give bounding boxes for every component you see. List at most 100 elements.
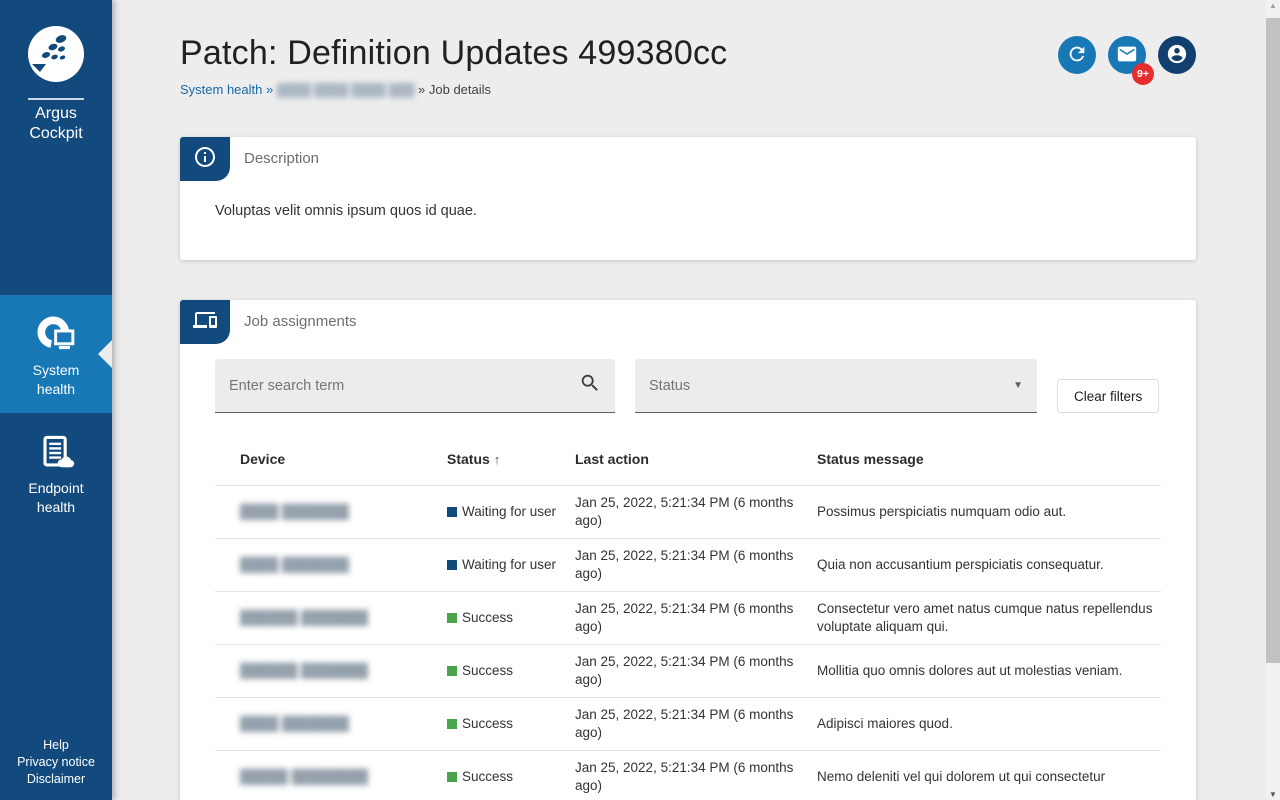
description-card-tab	[180, 137, 230, 181]
search-field[interactable]	[215, 359, 615, 413]
status-label: Success	[462, 768, 513, 786]
breadcrumb-current: Job details	[429, 82, 491, 97]
column-header-status-message[interactable]: Status message	[817, 433, 1161, 486]
table-row: ████ ███████ Waiting for user Jan 25, 20…	[215, 486, 1161, 539]
status-cell: Success	[447, 592, 575, 645]
scrollbar-thumb[interactable]	[1266, 18, 1280, 663]
app-name: Argus Cockpit	[16, 104, 96, 144]
status-filter-select[interactable]: Status ▼	[635, 359, 1037, 413]
device-cell: █████ ████████	[215, 751, 447, 800]
status-cell: Success	[447, 645, 575, 698]
main-content: Patch: Definition Updates 499380cc Syste…	[112, 0, 1266, 800]
sidebar-nav: System health	[0, 295, 112, 531]
assignments-table-body: ████ ███████ Waiting for user Jan 25, 20…	[215, 486, 1161, 800]
sort-ascending-icon[interactable]: ↑	[494, 452, 501, 467]
description-text: Voluptas velit omnis ipsum quos id quae.	[180, 167, 1196, 219]
status-color-square	[447, 719, 457, 729]
sidebar-footer: Help Privacy notice Disclaimer	[0, 737, 112, 788]
table-header-row: Device Status ↑ Last action Status messa…	[215, 433, 1161, 486]
info-icon	[193, 145, 217, 174]
device-name: █████ ████████	[240, 769, 368, 784]
status-label: Success	[462, 662, 513, 680]
page-header: Patch: Definition Updates 499380cc Syste…	[180, 0, 1196, 97]
status-message-cell: Possimus perspiciatis numquam odio aut.	[817, 486, 1161, 539]
status-message-cell: Adipisci maiores quod.	[817, 698, 1161, 751]
status-message-cell: Nemo deleniti vel qui dolorem ut qui con…	[817, 751, 1161, 800]
last-action-cell: Jan 25, 2022, 5:21:34 PM (6 months ago)	[575, 486, 817, 539]
breadcrumb: System health » ████ ████ ████ ███ » Job…	[180, 82, 1196, 97]
endpoint-health-icon	[34, 431, 78, 475]
device-cell: ██████ ███████	[215, 645, 447, 698]
sidebar: Argus Cockpit System health	[0, 0, 112, 800]
job-assignments-card: Job assignments Status ▼ Clear filters D…	[180, 300, 1196, 800]
chevron-down-icon: ▼	[1013, 380, 1023, 391]
active-item-notch	[98, 340, 112, 368]
logo-divider	[28, 98, 84, 100]
status-cell: Success	[447, 751, 575, 800]
table-row: ████ ███████ Success Jan 25, 2022, 5:21:…	[215, 698, 1161, 751]
last-action-cell: Jan 25, 2022, 5:21:34 PM (6 months ago)	[575, 751, 817, 800]
device-name: ████ ███████	[240, 557, 349, 572]
scrollbar-down-arrow[interactable]: ▼	[1266, 790, 1280, 799]
account-icon	[1166, 43, 1188, 68]
device-name: ██████ ███████	[240, 663, 368, 678]
description-card: Description Voluptas velit omnis ipsum q…	[180, 137, 1196, 260]
status-message-cell: Consectetur vero amet natus cumque natus…	[817, 592, 1161, 645]
breadcrumb-system-health-link[interactable]: System health	[180, 82, 262, 97]
status-color-square	[447, 666, 457, 676]
status-message-cell: Quia non accusantium perspiciatis conseq…	[817, 539, 1161, 592]
breadcrumb-separator: »	[418, 82, 425, 97]
clear-filters-button[interactable]: Clear filters	[1057, 379, 1159, 413]
column-header-device[interactable]: Device	[215, 433, 447, 486]
status-color-square	[447, 507, 457, 517]
messages-button[interactable]: 9+	[1108, 36, 1146, 74]
description-card-title: Description	[180, 137, 1196, 167]
device-cell: ████ ███████	[215, 698, 447, 751]
app-logo-icon	[28, 26, 84, 82]
status-cell: Waiting for user	[447, 539, 575, 592]
status-label: Success	[462, 715, 513, 733]
refresh-button[interactable]	[1058, 36, 1096, 74]
vertical-scrollbar[interactable]: ▲ ▼	[1266, 0, 1280, 800]
system-health-icon	[34, 313, 78, 357]
status-label: Success	[462, 609, 513, 627]
breadcrumb-separator: »	[266, 82, 273, 97]
column-header-last-action[interactable]: Last action	[575, 433, 817, 486]
assignments-table: Device Status ↑ Last action Status messa…	[215, 433, 1161, 800]
table-row: ████ ███████ Waiting for user Jan 25, 20…	[215, 539, 1161, 592]
status-cell: Success	[447, 698, 575, 751]
scrollbar-up-arrow[interactable]: ▲	[1266, 1, 1280, 10]
devices-icon	[193, 308, 217, 337]
status-label: Waiting for user	[462, 503, 556, 521]
status-message-cell: Mollitia quo omnis dolores aut ut molest…	[817, 645, 1161, 698]
status-label: Waiting for user	[462, 556, 556, 574]
status-color-square	[447, 560, 457, 570]
disclaimer-link[interactable]: Disclaimer	[0, 771, 112, 788]
sidebar-item-system-health[interactable]: System health	[0, 295, 112, 413]
privacy-notice-link[interactable]: Privacy notice	[0, 754, 112, 771]
status-color-square	[447, 613, 457, 623]
status-filter-label: Status	[649, 378, 690, 394]
mail-icon	[1116, 43, 1138, 68]
sidebar-item-endpoint-health[interactable]: Endpoint health	[0, 413, 112, 531]
last-action-cell: Jan 25, 2022, 5:21:34 PM (6 months ago)	[575, 539, 817, 592]
filter-row: Status ▼ Clear filters	[215, 359, 1161, 413]
device-name: ████ ███████	[240, 504, 349, 519]
table-row: █████ ████████ Success Jan 25, 2022, 5:2…	[215, 751, 1161, 800]
account-button[interactable]	[1158, 36, 1196, 74]
sidebar-item-label: System health	[16, 361, 96, 399]
search-input[interactable]	[229, 378, 579, 394]
last-action-cell: Jan 25, 2022, 5:21:34 PM (6 months ago)	[575, 698, 817, 751]
device-cell: ██████ ███████	[215, 592, 447, 645]
last-action-cell: Jan 25, 2022, 5:21:34 PM (6 months ago)	[575, 645, 817, 698]
device-name: ██████ ███████	[240, 610, 368, 625]
device-cell: ████ ███████	[215, 539, 447, 592]
device-name: ████ ███████	[240, 716, 349, 731]
sidebar-item-label: Endpoint health	[16, 479, 96, 517]
help-link[interactable]: Help	[0, 737, 112, 754]
search-icon[interactable]	[579, 372, 601, 399]
job-assignments-card-tab	[180, 300, 230, 344]
breadcrumb-redacted-segment[interactable]: ████ ████ ████ ███	[277, 83, 415, 97]
last-action-cell: Jan 25, 2022, 5:21:34 PM (6 months ago)	[575, 592, 817, 645]
column-header-status[interactable]: Status ↑	[447, 433, 575, 486]
